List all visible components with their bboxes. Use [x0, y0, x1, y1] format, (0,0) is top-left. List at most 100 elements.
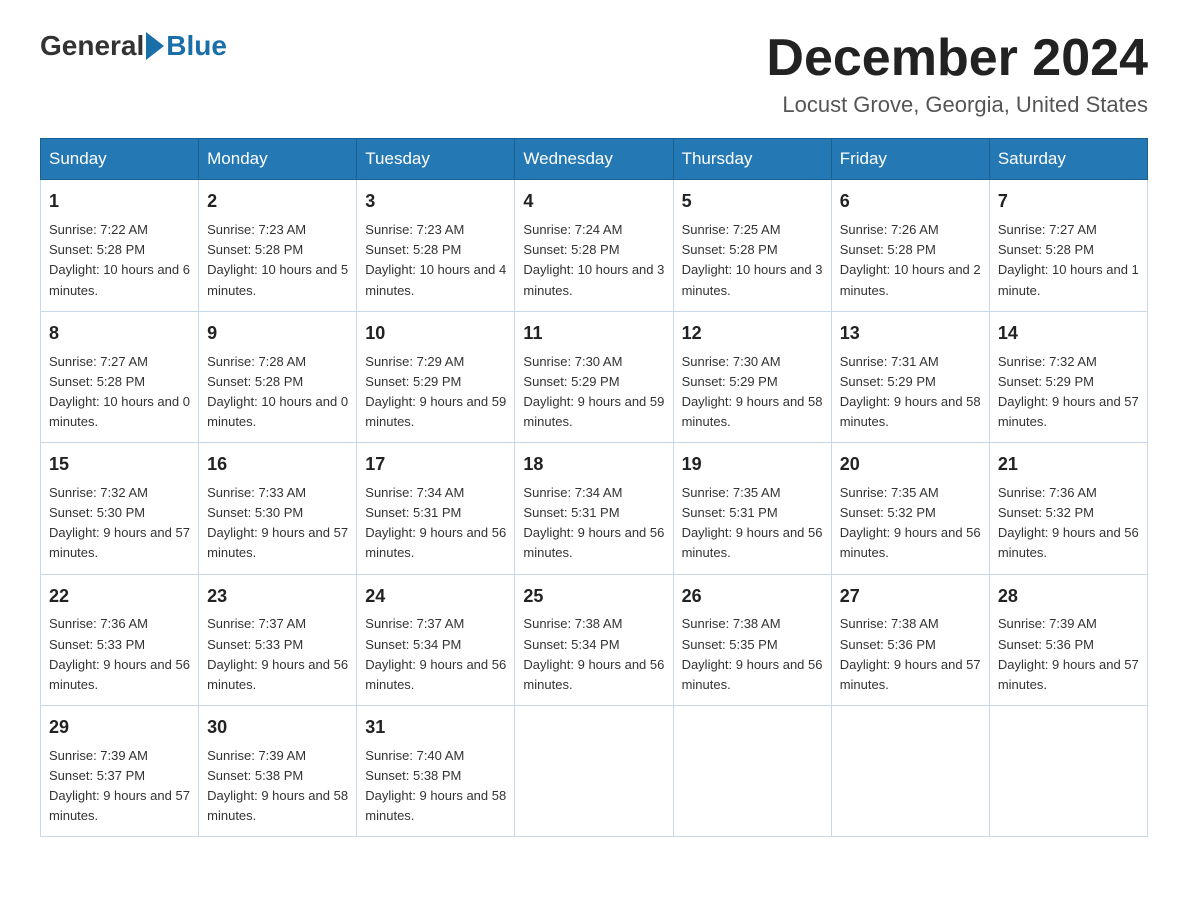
calendar-cell: 16 Sunrise: 7:33 AMSunset: 5:30 PMDayligh… [199, 443, 357, 574]
day-number: 29 [49, 714, 190, 742]
day-info: Sunrise: 7:23 AMSunset: 5:28 PMDaylight:… [207, 220, 348, 301]
calendar-cell: 18Sunrise: 7:34 AMSunset: 5:31 PMDayligh… [515, 443, 673, 574]
day-number: 17 [365, 451, 506, 479]
day-info: Sunrise: 7:22 AMSunset: 5:28 PMDaylight:… [49, 220, 190, 301]
calendar-cell: 28Sunrise: 7:39 AMSunset: 5:36 PMDayligh… [989, 574, 1147, 705]
calendar-table: SundayMondayTuesdayWednesdayThursdayFrid… [40, 138, 1148, 837]
day-info: Sunrise: 7:37 AMSunset: 5:33 PMDaylight:… [207, 614, 348, 695]
day-info: Sunrise: 7:28 AMSunset: 5:28 PMDaylight:… [207, 352, 348, 433]
calendar-cell: 14Sunrise: 7:32 AMSunset: 5:29 PMDayligh… [989, 311, 1147, 442]
logo-general-text: General [40, 30, 144, 62]
title-section: December 2024 Locust Grove, Georgia, Uni… [766, 30, 1148, 118]
logo-arrow-icon [146, 32, 164, 60]
day-info: Sunrise: 7:27 AMSunset: 5:28 PMDaylight:… [49, 352, 190, 433]
weekday-header-monday: Monday [199, 139, 357, 180]
calendar-cell [989, 706, 1147, 837]
day-info: Sunrise: 7:32 AMSunset: 5:29 PMDaylight:… [998, 352, 1139, 433]
logo-blue-text: Blue [166, 30, 227, 62]
calendar-cell: 8 Sunrise: 7:27 AMSunset: 5:28 PMDaylight… [41, 311, 199, 442]
calendar-cell: 29 Sunrise: 7:39 AMSunset: 5:37 PMDayligh… [41, 706, 199, 837]
calendar-cell: 9 Sunrise: 7:28 AMSunset: 5:28 PMDaylight… [199, 311, 357, 442]
day-number: 3 [365, 188, 506, 216]
day-info: Sunrise: 7:26 AMSunset: 5:28 PMDaylight:… [840, 220, 981, 301]
day-info: Sunrise: 7:35 AMSunset: 5:32 PMDaylight:… [840, 483, 981, 564]
day-number: 26 [682, 583, 823, 611]
day-number: 25 [523, 583, 664, 611]
calendar-cell: 15 Sunrise: 7:32 AMSunset: 5:30 PMDayligh… [41, 443, 199, 574]
week-row-1: 1Sunrise: 7:22 AMSunset: 5:28 PMDaylight… [41, 180, 1148, 311]
day-number: 16 [207, 451, 348, 479]
day-info: Sunrise: 7:35 AMSunset: 5:31 PMDaylight:… [682, 483, 823, 564]
day-number: 24 [365, 583, 506, 611]
calendar-cell: 6Sunrise: 7:26 AMSunset: 5:28 PMDaylight… [831, 180, 989, 311]
day-info: Sunrise: 7:38 AMSunset: 5:34 PMDaylight:… [523, 614, 664, 695]
weekday-header-thursday: Thursday [673, 139, 831, 180]
day-number: 11 [523, 320, 664, 348]
calendar-cell: 2 Sunrise: 7:23 AMSunset: 5:28 PMDaylight… [199, 180, 357, 311]
week-row-2: 8 Sunrise: 7:27 AMSunset: 5:28 PMDaylight… [41, 311, 1148, 442]
calendar-cell: 31 Sunrise: 7:40 AMSunset: 5:38 PMDayligh… [357, 706, 515, 837]
calendar-cell [673, 706, 831, 837]
calendar-cell: 26 Sunrise: 7:38 AMSunset: 5:35 PMDayligh… [673, 574, 831, 705]
weekday-header-tuesday: Tuesday [357, 139, 515, 180]
day-info: Sunrise: 7:39 AMSunset: 5:36 PMDaylight:… [998, 614, 1139, 695]
day-info: Sunrise: 7:23 AMSunset: 5:28 PMDaylight:… [365, 220, 506, 301]
calendar-cell: 1Sunrise: 7:22 AMSunset: 5:28 PMDaylight… [41, 180, 199, 311]
day-info: Sunrise: 7:38 AMSunset: 5:35 PMDaylight:… [682, 614, 823, 695]
day-info: Sunrise: 7:39 AMSunset: 5:38 PMDaylight:… [207, 746, 348, 827]
page-header: General Blue December 2024 Locust Grove,… [40, 30, 1148, 118]
day-number: 20 [840, 451, 981, 479]
calendar-cell: 10 Sunrise: 7:29 AMSunset: 5:29 PMDayligh… [357, 311, 515, 442]
day-info: Sunrise: 7:30 AMSunset: 5:29 PMDaylight:… [523, 352, 664, 433]
day-info: Sunrise: 7:33 AMSunset: 5:30 PMDaylight:… [207, 483, 348, 564]
day-number: 10 [365, 320, 506, 348]
calendar-cell: 7Sunrise: 7:27 AMSunset: 5:28 PMDaylight… [989, 180, 1147, 311]
day-number: 8 [49, 320, 190, 348]
location-title: Locust Grove, Georgia, United States [766, 92, 1148, 118]
day-number: 15 [49, 451, 190, 479]
week-row-3: 15 Sunrise: 7:32 AMSunset: 5:30 PMDayligh… [41, 443, 1148, 574]
day-number: 27 [840, 583, 981, 611]
calendar-cell: 17 Sunrise: 7:34 AMSunset: 5:31 PMDayligh… [357, 443, 515, 574]
calendar-cell: 22 Sunrise: 7:36 AMSunset: 5:33 PMDayligh… [41, 574, 199, 705]
weekday-header-wednesday: Wednesday [515, 139, 673, 180]
day-number: 13 [840, 320, 981, 348]
day-number: 21 [998, 451, 1139, 479]
day-number: 9 [207, 320, 348, 348]
day-number: 19 [682, 451, 823, 479]
calendar-cell: 21 Sunrise: 7:36 AMSunset: 5:32 PMDayligh… [989, 443, 1147, 574]
day-info: Sunrise: 7:39 AMSunset: 5:37 PMDaylight:… [49, 746, 190, 827]
day-number: 22 [49, 583, 190, 611]
calendar-cell: 5Sunrise: 7:25 AMSunset: 5:28 PMDaylight… [673, 180, 831, 311]
day-info: Sunrise: 7:38 AMSunset: 5:36 PMDaylight:… [840, 614, 981, 695]
calendar-cell: 12 Sunrise: 7:30 AMSunset: 5:29 PMDayligh… [673, 311, 831, 442]
week-row-4: 22 Sunrise: 7:36 AMSunset: 5:33 PMDayligh… [41, 574, 1148, 705]
day-info: Sunrise: 7:25 AMSunset: 5:28 PMDaylight:… [682, 220, 823, 301]
calendar-cell: 27 Sunrise: 7:38 AMSunset: 5:36 PMDayligh… [831, 574, 989, 705]
day-info: Sunrise: 7:32 AMSunset: 5:30 PMDaylight:… [49, 483, 190, 564]
calendar-cell: 23 Sunrise: 7:37 AMSunset: 5:33 PMDayligh… [199, 574, 357, 705]
calendar-cell: 24Sunrise: 7:37 AMSunset: 5:34 PMDayligh… [357, 574, 515, 705]
calendar-cell: 19 Sunrise: 7:35 AMSunset: 5:31 PMDayligh… [673, 443, 831, 574]
day-number: 12 [682, 320, 823, 348]
day-number: 31 [365, 714, 506, 742]
day-info: Sunrise: 7:36 AMSunset: 5:32 PMDaylight:… [998, 483, 1139, 564]
day-number: 4 [523, 188, 664, 216]
day-info: Sunrise: 7:30 AMSunset: 5:29 PMDaylight:… [682, 352, 823, 433]
logo: General Blue [40, 30, 227, 62]
day-number: 30 [207, 714, 348, 742]
day-number: 23 [207, 583, 348, 611]
calendar-cell: 13Sunrise: 7:31 AMSunset: 5:29 PMDayligh… [831, 311, 989, 442]
calendar-cell [515, 706, 673, 837]
calendar-cell: 25 Sunrise: 7:38 AMSunset: 5:34 PMDayligh… [515, 574, 673, 705]
weekday-header-saturday: Saturday [989, 139, 1147, 180]
day-info: Sunrise: 7:29 AMSunset: 5:29 PMDaylight:… [365, 352, 506, 433]
month-title: December 2024 [766, 30, 1148, 87]
day-info: Sunrise: 7:36 AMSunset: 5:33 PMDaylight:… [49, 614, 190, 695]
weekday-header-row: SundayMondayTuesdayWednesdayThursdayFrid… [41, 139, 1148, 180]
day-info: Sunrise: 7:40 AMSunset: 5:38 PMDaylight:… [365, 746, 506, 827]
day-info: Sunrise: 7:34 AMSunset: 5:31 PMDaylight:… [365, 483, 506, 564]
day-info: Sunrise: 7:34 AMSunset: 5:31 PMDaylight:… [523, 483, 664, 564]
calendar-cell: 3 Sunrise: 7:23 AMSunset: 5:28 PMDaylight… [357, 180, 515, 311]
day-number: 2 [207, 188, 348, 216]
